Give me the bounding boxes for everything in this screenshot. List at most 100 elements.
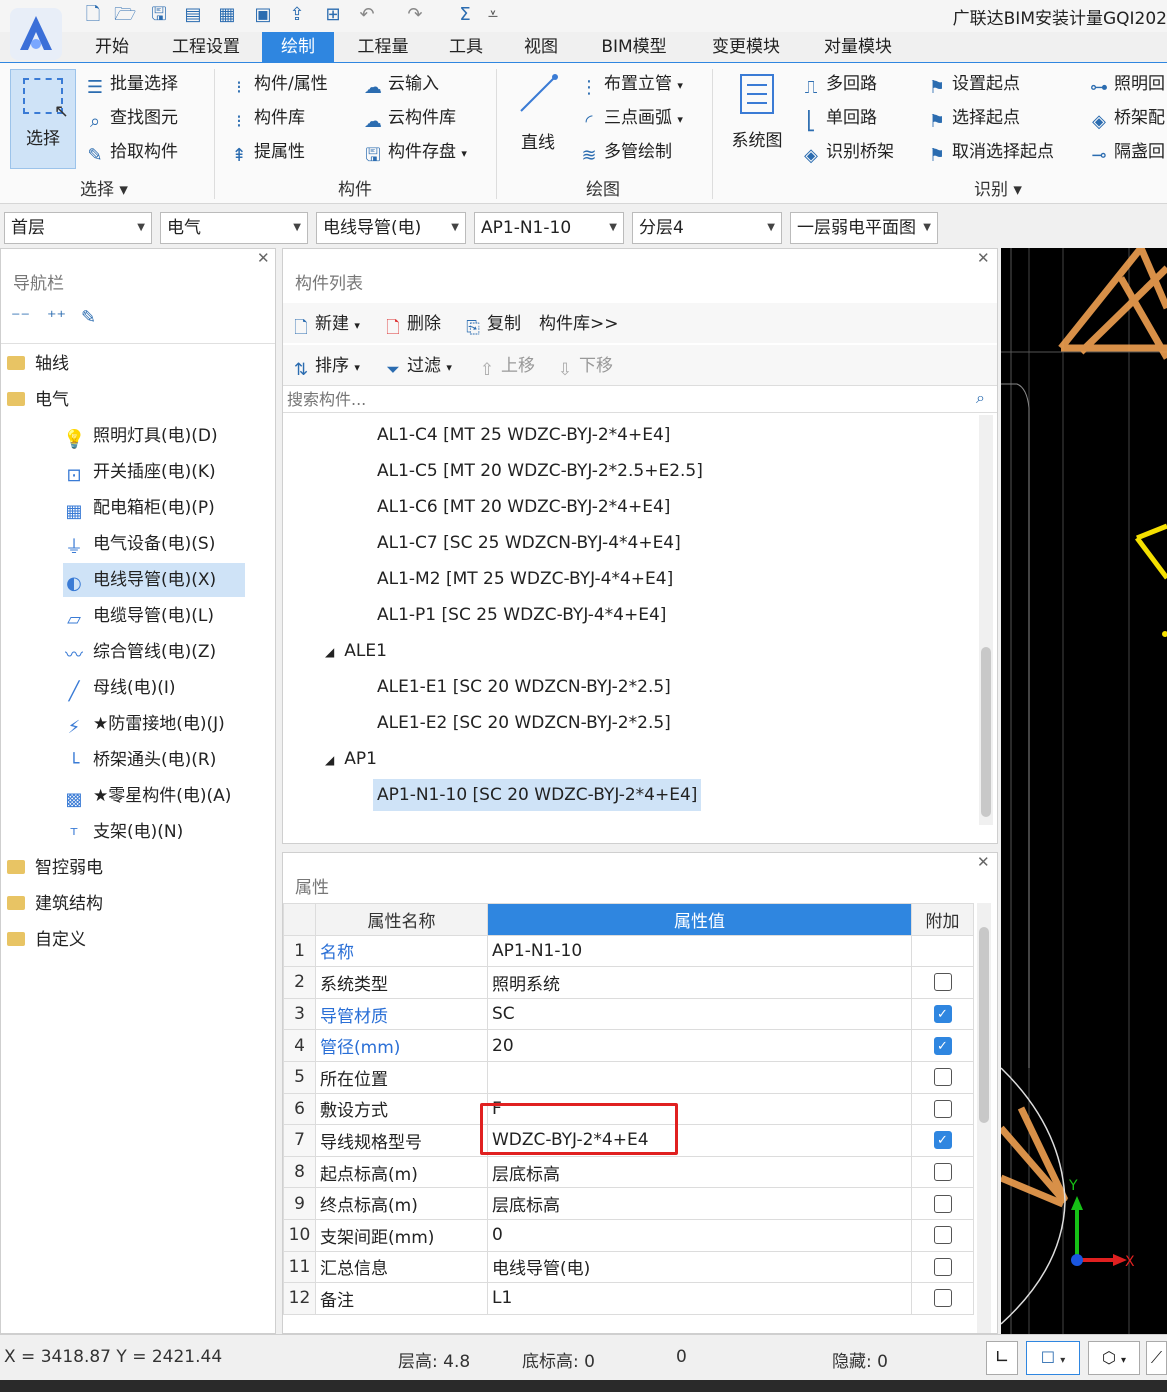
property-value[interactable]: 层底标高 (487, 1155, 912, 1189)
component-attributes-button[interactable]: ⁝ 构件/属性 (228, 69, 328, 99)
tab-project-settings[interactable]: 工程设置 (162, 32, 250, 62)
3d-view-button[interactable]: ⬡ ▾ (1088, 1341, 1140, 1375)
component-library-button[interactable]: ⁝ 构件库 (228, 103, 305, 133)
list-item[interactable]: AL1-C6 [MT 20 WDZC-BYJ-2*4+E4] (377, 491, 670, 523)
table-row[interactable]: 10 支架间距(mm) 0 (283, 1218, 974, 1252)
component-library-link[interactable]: 构件库>> (539, 311, 619, 337)
list-item[interactable]: AL1-C5 [MT 20 WDZC-BYJ-2*2.5+E2.5] (377, 455, 703, 487)
table-row[interactable]: 8 起点标高(m) 层底标高 (283, 1155, 974, 1189)
list-item[interactable]: AL1-C7 [SC 25 WDZCN-BYJ-4*4+E4] (377, 527, 681, 559)
new-file-icon[interactable]: 🗋 (82, 4, 104, 26)
table-row[interactable]: 2 系统类型 照明系统 (283, 966, 974, 999)
ortho-toggle-icon[interactable]: ∟ (986, 1341, 1018, 1375)
system-diagram-button[interactable]: 系统图 (724, 69, 790, 169)
drawing-viewport[interactable]: Y X (1001, 248, 1167, 1334)
delete-button[interactable]: 🗋 删除 (383, 311, 441, 338)
nav-item[interactable]: ▱ 电缆导管(电)(L) (63, 599, 214, 633)
table-row[interactable]: 11 汇总信息 电线导管(电) (283, 1250, 974, 1284)
gql-icon[interactable]: ▤ (182, 4, 204, 26)
redo-icon[interactable]: ↷ (404, 4, 426, 26)
nav-item[interactable]: ⚡ ★防雷接地(电)(J) (63, 707, 225, 741)
tab-start[interactable]: 开始 (82, 32, 142, 62)
table-row[interactable]: 12 备注 L1 (283, 1282, 974, 1315)
new-button[interactable]: 🗋 新建 ▾ (291, 311, 360, 338)
ifc-icon[interactable]: ▣ (252, 4, 274, 26)
property-value[interactable]: SC (487, 997, 912, 1031)
sum-icon[interactable]: Σ (454, 4, 476, 26)
nav-item[interactable]: └ 桥架通头(电)(R) (63, 743, 217, 777)
tab-tools[interactable]: 工具 (434, 32, 498, 62)
save-icon[interactable]: 🖫 (148, 4, 170, 26)
bim-icon[interactable]: ▦ (216, 4, 238, 26)
nav-item[interactable]: ▩ ★零星构件(电)(A) (63, 779, 231, 813)
tab-reconcile-module[interactable]: 对量模块 (812, 32, 904, 62)
table-row[interactable]: 9 终点标高(m) 层底标高 (283, 1187, 974, 1220)
attach-checkbox[interactable] (933, 1163, 952, 1182)
attach-checkbox[interactable] (933, 1289, 952, 1308)
nav-item[interactable]: ⊡ 开关插座(电)(K) (63, 455, 215, 489)
expand-all-icon[interactable]: ⁺⁺ (47, 307, 66, 328)
component-save-button[interactable]: 🖫 构件存盘 ▾ (362, 137, 467, 167)
tray-config-button[interactable]: ◈ 桥架配 (1088, 103, 1165, 133)
attach-checkbox[interactable] (933, 973, 952, 992)
single-circuit-button[interactable]: ⎣ 单回路 (800, 103, 878, 133)
pick-component-button[interactable]: ✎ 拾取构件 (84, 137, 178, 167)
discipline-select[interactable]: 电气 ▼ (160, 212, 308, 244)
drawing-select[interactable]: 一层弱电平面图 ▼ (790, 212, 938, 244)
attach-checkbox[interactable] (933, 1257, 952, 1276)
nav-item[interactable]: 自定义 (7, 923, 86, 957)
copy-button[interactable]: ⎘ 复制 (463, 311, 521, 338)
attach-checkbox[interactable]: ✓ (933, 1036, 952, 1055)
cloud-input-button[interactable]: ☁ 云输入 (362, 69, 439, 99)
three-point-arc-button[interactable]: ◜ 三点画弧 ▾ (578, 103, 683, 133)
open-folder-icon[interactable]: 🗁 (114, 4, 136, 26)
property-value[interactable]: 20 (487, 1029, 912, 1062)
table-row[interactable]: 1 名称 AP1-N1-10 (283, 934, 974, 968)
scroll-thumb[interactable] (979, 927, 989, 1123)
list-item[interactable]: AP1-N1-10 [SC 20 WDZC-BYJ-2*4+E4] (373, 779, 702, 811)
nav-item[interactable]: 建筑结构 (7, 887, 103, 921)
more-tools-icon[interactable]: ⟋ (1146, 1341, 1167, 1375)
tab-change-module[interactable]: 变更模块 (700, 32, 792, 62)
nav-item[interactable]: ⏚ 电气设备(电)(S) (63, 527, 215, 561)
table-row[interactable]: 3 导管材质 SC ✓ (283, 997, 974, 1031)
list-item[interactable]: ◢ ALE1 (325, 635, 387, 667)
select-group-label[interactable]: 选择 ▾ (80, 175, 128, 200)
attach-checkbox[interactable] (933, 1099, 952, 1118)
property-value[interactable]: AP1-N1-10 (487, 934, 912, 968)
app-logo[interactable] (8, 6, 64, 62)
tab-view[interactable]: 视图 (510, 32, 572, 62)
attach-checkbox[interactable]: ✓ (933, 1005, 952, 1024)
tab-bim-model[interactable]: BIM模型 (590, 32, 678, 62)
nav-item[interactable]: 💡 照明灯具(电)(D) (63, 419, 218, 453)
property-value[interactable]: 层底标高 (487, 1187, 912, 1220)
expand-arrow-icon[interactable]: ◢ (325, 753, 334, 767)
cancel-start-point-button[interactable]: ⚑ 取消选择起点 (926, 137, 1054, 167)
compare-icon[interactable]: ⊞ (322, 4, 344, 26)
attach-checkbox[interactable] (933, 1194, 952, 1213)
table-row[interactable]: 5 所在位置 (283, 1060, 974, 1094)
nav-item[interactable]: ╱ 母线(电)(I) (63, 671, 176, 705)
list-item[interactable]: ALE1-E2 [SC 20 WDZCN-BYJ-2*2.5] (377, 707, 671, 739)
search-input[interactable] (283, 386, 943, 412)
nav-item[interactable]: 电气 (7, 383, 69, 417)
component-select[interactable]: AP1-N1-10 ▼ (474, 212, 624, 244)
lamp-circuit-button[interactable]: ⊸ 隔盏回 (1088, 137, 1165, 167)
list-item[interactable]: ◢ AP1 (325, 743, 377, 775)
cloud-library-button[interactable]: ☁ 云构件库 (362, 103, 456, 133)
nav-item[interactable]: 〰综合管线(电)(Z) (63, 635, 216, 669)
expand-arrow-icon[interactable]: ◢ (325, 645, 334, 659)
undo-icon[interactable]: ↶ (356, 4, 378, 26)
straight-line-button[interactable]: 直线 (508, 69, 568, 169)
edit-nav-icon[interactable]: ✎ (81, 307, 96, 328)
property-value-header[interactable]: 属性值 (487, 903, 912, 936)
properties-scrollbar[interactable] (977, 903, 991, 1333)
nav-item[interactable]: ▦ 配电箱柜(电)(P) (63, 491, 214, 525)
list-scrollbar[interactable] (979, 415, 993, 825)
nav-item[interactable]: 轴线 (7, 347, 69, 381)
layer-select[interactable]: 分层4 ▼ (632, 212, 782, 244)
nav-item[interactable]: ᵀ 支架(电)(N) (63, 815, 184, 849)
table-row[interactable]: 4 管径(mm) 20 ✓ (283, 1029, 974, 1062)
nav-item[interactable]: ◐ 电线导管(电)(X) (63, 563, 245, 597)
tab-quantity[interactable]: 工程量 (346, 32, 420, 62)
